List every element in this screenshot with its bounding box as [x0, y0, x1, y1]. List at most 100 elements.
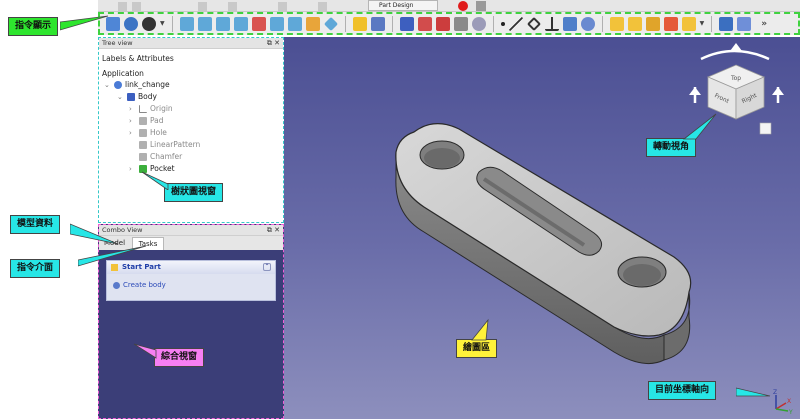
map-sketch-icon[interactable] — [435, 16, 450, 31]
callout-command-interface: 指令介面 — [10, 259, 61, 278]
3d-model-canvas[interactable]: Top Front Right Z X Y — [284, 37, 800, 419]
toolbar-separator — [711, 15, 713, 32]
callout-tree-window: 樹狀圖視窗 — [164, 183, 224, 202]
shape-binder-icon[interactable] — [562, 16, 577, 31]
command-toolbar: ▼ ▼ » — [98, 12, 800, 35]
measure-icon[interactable] — [305, 16, 320, 31]
3d-view[interactable]: Top Front Right Z X Y — [284, 37, 800, 419]
panel-float-close-icon[interactable]: ⧉ ✕ — [267, 38, 280, 49]
callout-drawing-area: 繪圖區 — [456, 339, 498, 358]
workbench-label: Part Design — [379, 2, 414, 9]
additive-pipe-icon[interactable] — [663, 16, 678, 31]
pocket-icon[interactable] — [719, 16, 734, 31]
bottom-view-icon[interactable] — [269, 16, 284, 31]
datum-line-icon[interactable] — [508, 16, 523, 31]
callout-model-data: 模型資料 — [10, 215, 61, 234]
axis-indicator: Z X Y — [773, 389, 793, 416]
box-view-icon[interactable] — [228, 2, 237, 11]
chevron-down-icon[interactable]: ▼ — [700, 20, 705, 27]
folder-icon[interactable] — [370, 16, 385, 31]
rear-view-icon[interactable] — [251, 16, 266, 31]
tree-item-body[interactable]: ⌄ Body — [117, 92, 157, 101]
front-view-icon[interactable] — [197, 16, 212, 31]
top-view-icon[interactable] — [215, 16, 230, 31]
body-icon[interactable] — [399, 16, 414, 31]
nav-cube-menu-icon[interactable] — [759, 122, 772, 135]
chamfer-icon — [139, 152, 147, 161]
rotate-up-icon[interactable] — [730, 43, 742, 51]
linear-pattern-icon — [139, 140, 147, 149]
left-view-icon[interactable] — [287, 16, 302, 31]
callout-tail — [60, 15, 109, 31]
chevron-right-icon: › — [129, 116, 132, 125]
callout-tail — [736, 387, 771, 397]
subshape-binder-icon[interactable] — [580, 16, 595, 31]
fit-selection-icon[interactable] — [124, 16, 138, 31]
sketch-icon[interactable] — [417, 16, 432, 31]
additive-primitive-icon[interactable] — [681, 16, 696, 31]
panel-float-close-icon[interactable]: ⧉ ✕ — [267, 225, 280, 236]
callout-tail — [471, 318, 489, 341]
tree-view-title-bar: Tree view ⧉ ✕ — [99, 38, 283, 49]
create-body-link[interactable]: Create body — [107, 274, 275, 289]
top-toolbar-row: Part Design — [98, 0, 800, 12]
datum-plane-icon[interactable] — [526, 16, 541, 31]
open-file-icon[interactable] — [132, 2, 141, 11]
link-part-model[interactable] — [395, 123, 692, 365]
toolbar-separator — [492, 15, 494, 32]
right-view-icon[interactable] — [233, 16, 248, 31]
chevron-right-icon: › — [129, 104, 132, 113]
chevron-right-icon: › — [129, 128, 132, 137]
clone-icon[interactable] — [471, 16, 486, 31]
rotate-right-icon[interactable] — [772, 87, 784, 95]
axis-z-label: Z — [773, 389, 777, 396]
callout-combo-window: 綜合視窗 — [154, 348, 205, 367]
tree-item-chamfer[interactable]: Chamfer — [139, 152, 182, 161]
revolution-icon[interactable] — [627, 16, 642, 31]
pad-icon[interactable] — [609, 16, 624, 31]
callout-tail — [78, 245, 147, 267]
undo-icon[interactable] — [278, 2, 287, 11]
chevron-down-icon[interactable]: ▼ — [160, 20, 165, 27]
hole-icon[interactable] — [737, 16, 752, 31]
isometric-view-icon[interactable] — [179, 16, 194, 31]
callout-command-display: 指令顯示 — [8, 17, 59, 36]
refresh-icon[interactable] — [318, 2, 327, 11]
axis-x-label: X — [787, 398, 791, 405]
part-icon[interactable] — [352, 16, 367, 31]
record-macro-icon[interactable] — [458, 1, 468, 11]
draw-style-icon[interactable] — [142, 16, 156, 31]
callout-tail — [682, 113, 717, 140]
toolbar-separator — [391, 15, 393, 32]
tree-item-pad[interactable]: › Pad — [129, 116, 164, 125]
chevron-down-icon: ⌄ — [104, 80, 110, 89]
tree-item-origin[interactable]: › Origin — [129, 104, 173, 113]
tree-item-hole[interactable]: › Hole — [129, 128, 167, 137]
sphere-view-icon[interactable] — [198, 2, 207, 11]
new-file-icon[interactable] — [118, 2, 127, 11]
additive-loft-icon[interactable] — [645, 16, 660, 31]
callout-tail — [141, 171, 169, 190]
body-icon — [127, 92, 135, 101]
application-node[interactable]: Application — [102, 69, 144, 78]
document-icon — [114, 80, 122, 89]
collapse-icon[interactable]: ⌃ — [263, 263, 271, 271]
toolbar-separator — [344, 15, 346, 32]
callout-rotate-view: 轉動視角 — [646, 138, 697, 157]
tree-item-link-change[interactable]: ⌄ link_change — [104, 80, 170, 89]
tree-item-linearpattern[interactable]: LinearPattern — [139, 140, 200, 149]
stop-macro-icon[interactable] — [476, 1, 486, 11]
local-cs-icon[interactable] — [544, 16, 559, 31]
toolbar-separator — [601, 15, 603, 32]
body-icon — [113, 282, 120, 289]
workbench-selector[interactable]: Part Design — [368, 0, 438, 11]
combo-view-title-bar: Combo View ⧉ ✕ — [99, 225, 283, 236]
chevron-right-icon: › — [129, 164, 132, 173]
rotate-left-icon[interactable] — [689, 87, 701, 95]
callout-current-axes: 目前坐標軸向 — [648, 381, 717, 400]
validate-sketch-icon[interactable] — [453, 16, 468, 31]
ruler-icon[interactable] — [323, 16, 338, 31]
callout-tail — [133, 343, 157, 359]
datum-point-icon[interactable] — [500, 21, 505, 26]
toolbar-overflow-icon[interactable]: » — [761, 19, 767, 29]
